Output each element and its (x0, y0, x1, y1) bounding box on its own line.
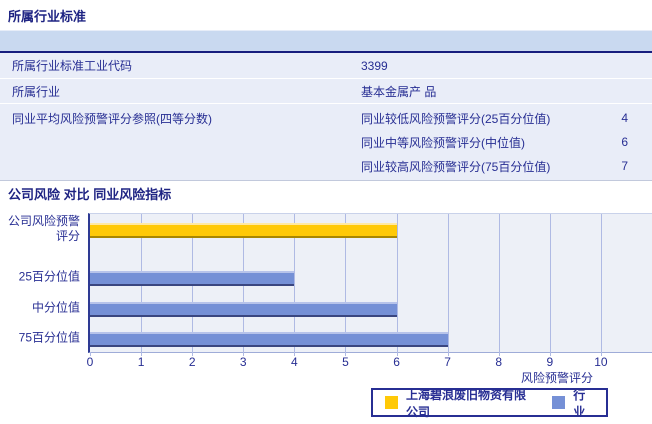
table-row: 同业中等风险预警评分(中位值) 6 (361, 130, 652, 154)
peer-score-subtable: 同业较低风险预警评分(25百分位值) 4 同业中等风险预警评分(中位值) 6 同… (361, 104, 652, 178)
x-axis-title: 风险预警评分 (520, 371, 593, 385)
industry-name-value: 基本金属产 品 (361, 84, 437, 99)
x-tick-label-2: 2 (188, 355, 196, 369)
peer-median-score-label: 同业中等风险预警评分(中位值) (361, 135, 525, 150)
y-axis-label-1: 25百分位值 (18, 269, 80, 284)
x-tick-label-5: 5 (342, 355, 349, 369)
peer-high-score-label: 同业较高风险预警评分(75百分位值) (361, 159, 551, 174)
table-row: 所属行业 基本金属产 品 (0, 78, 652, 103)
x-tick-label-6: 6 (393, 355, 400, 369)
legend-swatch-company (385, 396, 398, 409)
peer-median-score-value: 6 (621, 135, 628, 149)
industry-code-value: 3399 (361, 58, 388, 73)
gridline-8 (498, 214, 500, 352)
chart-legend: 上海碧浪废旧物资有限公司 行业 (371, 387, 608, 419)
gridline-9 (549, 214, 551, 352)
legend-swatch-industry (552, 396, 566, 409)
table-row: 所属行业标准工业代码 3399 (0, 53, 652, 78)
table-header-band (0, 30, 652, 53)
x-tick-label-0: 0 (86, 355, 94, 369)
table-row: 同业较高风险预警评分(75百分位值) 7 (361, 154, 652, 178)
plot-area (88, 213, 652, 353)
y-axis-label-3: 75百分位值 (18, 330, 80, 345)
gridline-7 (447, 214, 449, 352)
industry-standard-table: 所属行业标准工业代码 3399 所属行业 基本金属产 品 同业平均风险预警评分参… (0, 30, 652, 181)
peer-average-score-label: 同业平均风险预警评分参照(四等分数) (12, 112, 212, 126)
bar-25百分位值 (90, 271, 295, 286)
legend-label-company: 上海碧浪废旧物资有限公司 (406, 387, 527, 419)
industry-name-label: 所属行业 (12, 84, 61, 99)
legend-label-industry: 行业 (573, 387, 586, 419)
y-axis-label-2: 中分位值 (31, 300, 80, 315)
risk-report-page: 所属行业标准 所属行业标准工业代码 3399 所属行业 基本金属产 品 同业平均… (0, 0, 652, 424)
x-tick-label-7: 7 (444, 355, 451, 369)
x-tick-label-1: 1 (137, 355, 145, 369)
bar-中分位值 (90, 302, 397, 317)
peer-low-score-value: 4 (621, 111, 628, 125)
industry-standard-title: 所属行业标准 (8, 9, 87, 24)
y-axis-label-0: 公司风险预警评分 (7, 214, 80, 243)
x-tick-label-4: 4 (291, 355, 298, 369)
bar-75百分位值 (90, 332, 448, 347)
table-row: 同业平均风险预警评分参照(四等分数) 同业较低风险预警评分(25百分位值) 4 … (0, 103, 652, 180)
x-tick-label-3: 3 (239, 355, 247, 369)
table-row: 同业较低风险预警评分(25百分位值) 4 (361, 106, 652, 130)
chart: 公司风险预警评分 25百分位值中分位值 75百分位值 0 1 2 3 4 5 6 7 8 9 10 风险… (0, 213, 652, 424)
peer-high-score-value: 7 (621, 159, 628, 173)
comparison-chart-title: 公司风险 对比 同业风险指标 (8, 187, 172, 202)
x-tick-label-10: 10 (594, 355, 608, 369)
gridline-10 (600, 214, 602, 352)
bar-公司风险预警评分 (90, 223, 397, 238)
x-axis-ticks: 0 1 2 3 4 5 6 7 8 9 10 (86, 352, 652, 370)
x-tick-label-8: 8 (495, 355, 503, 369)
x-tick-label-9: 9 (546, 355, 554, 369)
industry-code-label: 所属行业标准工业代码 (12, 59, 133, 73)
y-axis-labels: 公司风险预警评分 25百分位值中分位值 75百分位值 (0, 213, 84, 351)
peer-low-score-label: 同业较低风险预警评分(25百分位值) (361, 111, 551, 126)
